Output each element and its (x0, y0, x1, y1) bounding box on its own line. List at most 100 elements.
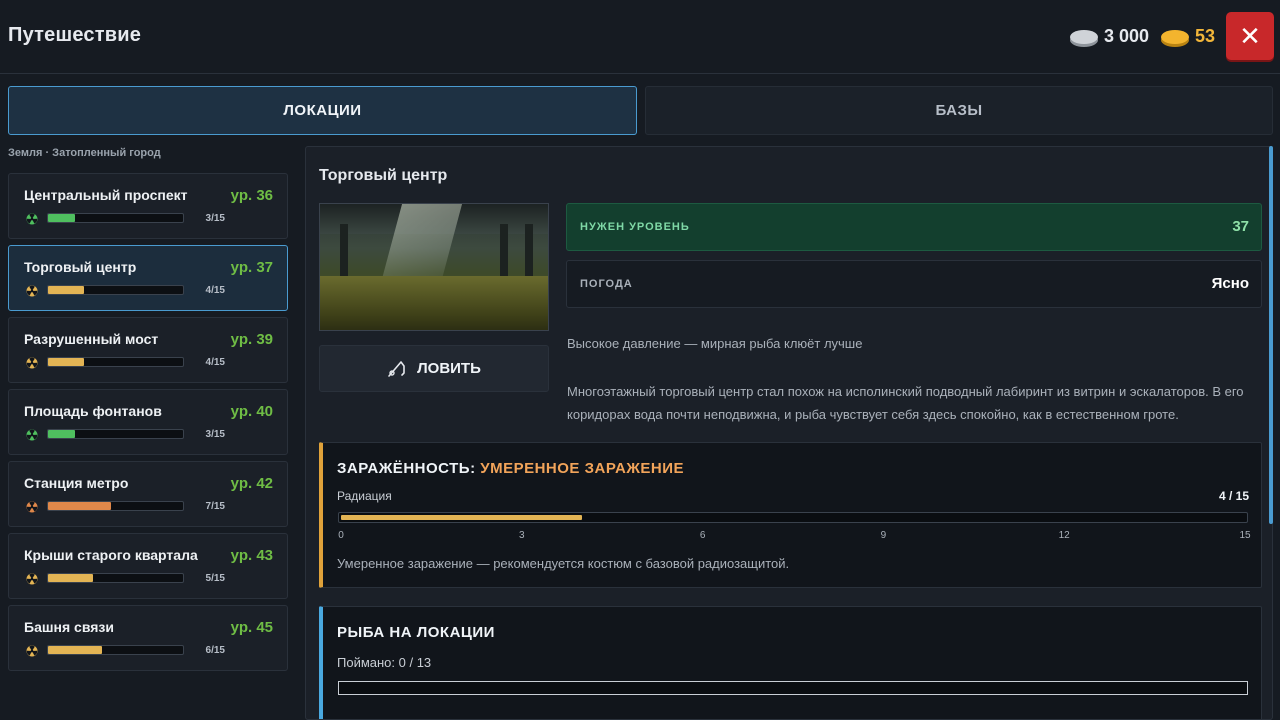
location-detail: Торговый центр ЛОВИТЬ НУЖЕН УРОВЕНЬ 37 П… (305, 146, 1273, 720)
location-progress-fill (48, 646, 102, 654)
radiation-scale: 0 3 6 9 12 15 (338, 530, 1251, 542)
catch-button[interactable]: ЛОВИТЬ (319, 345, 549, 392)
location-name: Торговый центр (24, 259, 137, 275)
radiation-icon (25, 356, 39, 370)
location-progress-fill (48, 214, 75, 222)
location-count: 3/15 (205, 213, 225, 224)
required-level-label: НУЖЕН УРОВЕНЬ (580, 221, 690, 233)
radiation-tick: 6 (699, 530, 706, 541)
weather-value: Ясно (1211, 275, 1249, 292)
location-count: 4/15 (205, 357, 225, 368)
required-level-value: 37 (1232, 218, 1249, 235)
location-progress-fill (48, 358, 85, 366)
location-progress-bar (47, 285, 184, 295)
location-name: Башня связи (24, 619, 114, 635)
location-level: ур. 43 (230, 547, 273, 564)
radiation-tick: 0 (338, 530, 344, 541)
radiation-icon (25, 572, 39, 586)
location-level: ур. 37 (230, 259, 273, 276)
fish-panel: РЫБА НА ЛОКАЦИИ Поймано: 0 / 13 (319, 606, 1262, 719)
radiation-icon (25, 428, 39, 442)
location-count: 6/15 (205, 645, 225, 656)
close-icon: ✕ (1239, 20, 1261, 51)
location-title: Торговый центр (319, 167, 448, 184)
location-item[interactable]: Торговый центр ур. 37 4/15 (8, 245, 288, 311)
header: Путешествие 3 000 53 ✕ (0, 0, 1280, 74)
weather-row: ПОГОДА Ясно (566, 260, 1262, 308)
radiation-bar-fill (341, 515, 583, 520)
location-progress-bar (47, 357, 184, 367)
location-progress-bar (47, 573, 184, 583)
radiation-icon (25, 500, 39, 514)
silver-coin-icon (1070, 29, 1098, 44)
weather-hint: Высокое давление — мирная рыба клюёт луч… (567, 336, 863, 351)
radiation-tick: 12 (1058, 530, 1070, 541)
location-description: Многоэтажный торговый центр стал похож н… (567, 384, 1244, 422)
breadcrumb: Земля · Затопленный город (8, 147, 161, 159)
location-progress-fill (48, 430, 75, 438)
location-item[interactable]: Разрушенный мост ур. 39 4/15 (8, 317, 288, 383)
gold-coin-icon (1161, 29, 1189, 44)
location-level: ур. 36 (230, 187, 273, 204)
silver-amount: 3 000 (1104, 26, 1150, 46)
fish-title: РЫБА НА ЛОКАЦИИ (337, 624, 495, 641)
gold-currency: 53 (1161, 26, 1215, 47)
location-count: 4/15 (205, 285, 225, 296)
close-button[interactable]: ✕ (1226, 12, 1274, 60)
required-level-row: НУЖЕН УРОВЕНЬ 37 (566, 203, 1262, 251)
location-progress-bar (47, 429, 184, 439)
location-image (319, 203, 549, 331)
scrollbar[interactable] (1269, 146, 1273, 524)
radiation-icon (25, 284, 39, 298)
silver-currency: 3 000 (1070, 26, 1149, 47)
location-item[interactable]: Станция метро ур. 42 7/15 (8, 461, 288, 527)
location-name: Станция метро (24, 475, 129, 491)
image-water (320, 276, 548, 330)
location-count: 3/15 (205, 429, 225, 440)
radiation-note: Умеренное заражение — рекомендуется кост… (337, 556, 790, 571)
location-level: ур. 45 (230, 619, 273, 636)
location-name: Площадь фонтанов (24, 403, 162, 419)
page-title: Путешествие (8, 24, 142, 46)
location-progress-bar (47, 213, 184, 223)
location-count: 5/15 (205, 573, 225, 584)
location-name: Разрушенный мост (24, 331, 159, 347)
location-name: Крыши старого квартала (24, 547, 198, 563)
radiation-title: ЗАРАЖЁННОСТЬ: УМЕРЕННОЕ ЗАРАЖЕНИЕ (337, 460, 684, 477)
radiation-title-prefix: ЗАРАЖЁННОСТЬ: (337, 460, 476, 477)
radiation-tick: 9 (880, 530, 887, 541)
catch-label: ЛОВИТЬ (417, 360, 481, 377)
location-progress-fill (48, 574, 93, 582)
location-progress-bar (47, 501, 184, 511)
fishing-rod-icon (388, 360, 405, 377)
fish-progress-bar (338, 681, 1248, 695)
location-progress-fill (48, 502, 112, 510)
location-progress-bar (47, 645, 184, 655)
location-level: ур. 40 (230, 403, 273, 420)
location-list: Центральный проспект ур. 36 3/15 Торговы… (8, 173, 288, 677)
gold-amount: 53 (1195, 26, 1216, 46)
tab-bases[interactable]: БАЗЫ (645, 86, 1273, 135)
location-level: ур. 42 (230, 475, 273, 492)
radiation-label: Радиация (337, 489, 392, 503)
tab-label: БАЗЫ (935, 102, 983, 119)
radiation-count: 4 / 15 (1218, 489, 1249, 503)
location-progress-fill (48, 286, 85, 294)
location-item[interactable]: Центральный проспект ур. 36 3/15 (8, 173, 288, 239)
location-count: 7/15 (205, 501, 225, 512)
radiation-level-text: УМЕРЕННОЕ ЗАРАЖЕНИЕ (480, 460, 685, 477)
location-item[interactable]: Башня связи ур. 45 6/15 (8, 605, 288, 671)
radiation-icon (25, 212, 39, 226)
location-name: Центральный проспект (24, 187, 188, 203)
radiation-tick: 15 (1239, 530, 1251, 541)
radiation-tick: 3 (519, 530, 525, 541)
radiation-panel: ЗАРАЖЁННОСТЬ: УМЕРЕННОЕ ЗАРАЖЕНИЕ Радиац… (319, 442, 1262, 588)
location-item[interactable]: Крыши старого квартала ур. 43 5/15 (8, 533, 288, 599)
weather-label: ПОГОДА (580, 278, 633, 290)
fish-caught: Поймано: 0 / 13 (337, 655, 432, 670)
radiation-icon (25, 644, 39, 658)
tab-locations[interactable]: ЛОКАЦИИ (8, 86, 637, 135)
location-level: ур. 39 (230, 331, 273, 348)
tab-label: ЛОКАЦИИ (283, 102, 362, 119)
location-item[interactable]: Площадь фонтанов ур. 40 3/15 (8, 389, 288, 455)
